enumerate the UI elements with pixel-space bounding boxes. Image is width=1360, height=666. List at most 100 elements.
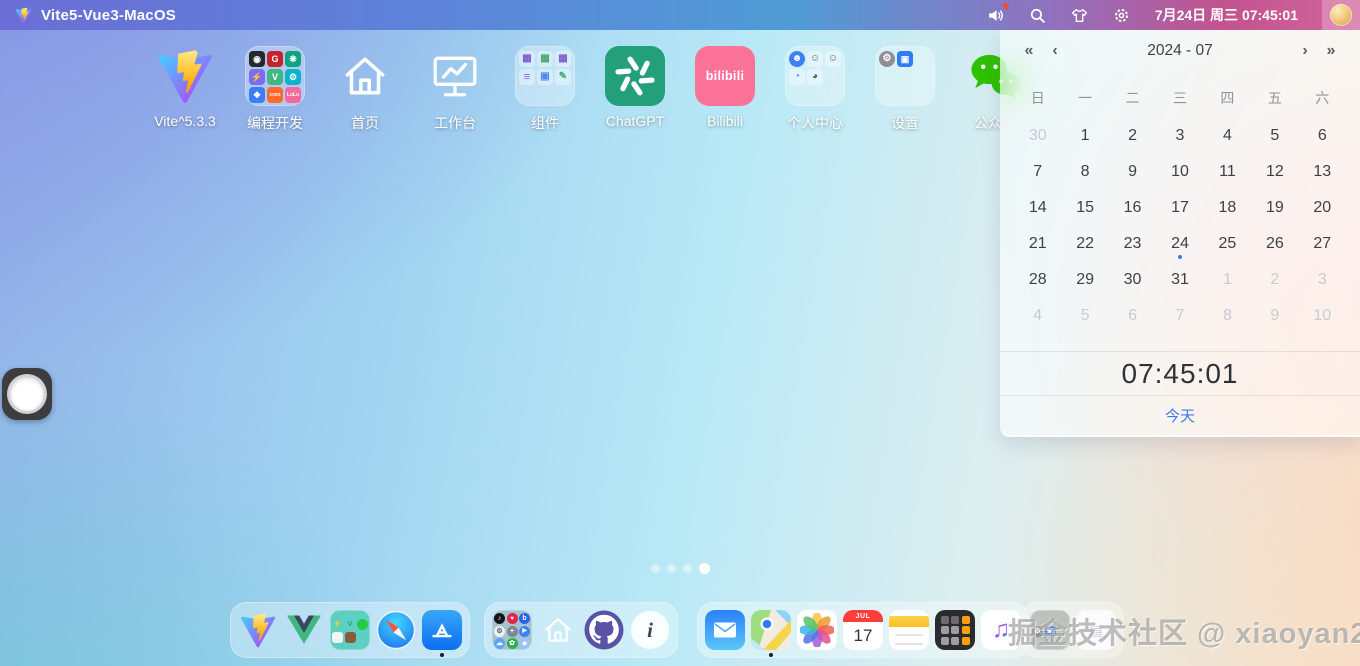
dock-mail[interactable] [705, 610, 745, 650]
calendar-day[interactable]: 6 [1299, 118, 1346, 154]
user-avatar-wrap[interactable] [1322, 0, 1360, 30]
calendar-day[interactable]: 27 [1299, 226, 1346, 262]
mail-icon [705, 610, 745, 650]
prev-month-button[interactable]: ‹ [1042, 38, 1068, 64]
weekday-label: 一 [1061, 88, 1108, 108]
dock-appstore[interactable] [422, 610, 462, 650]
dock-notes[interactable] [889, 610, 929, 650]
volume-icon[interactable] [987, 6, 1005, 24]
pager-dot[interactable] [667, 564, 676, 573]
weekday-label: 六 [1299, 88, 1346, 108]
app-label: 首页 [351, 113, 379, 133]
calendar-day[interactable]: 2 [1109, 118, 1156, 154]
pager-dot[interactable] [699, 563, 710, 574]
calendar-day[interactable]: 8 [1204, 298, 1251, 334]
calendar-weekdays: 日一二三四五六 [1000, 72, 1360, 110]
mini-app-icon: ◉ [249, 51, 265, 67]
today-button[interactable]: 今天 [1000, 395, 1360, 435]
calendar-day[interactable]: 4 [1204, 118, 1251, 154]
calendar-day[interactable]: 10 [1156, 154, 1203, 190]
menu-bar-datetime[interactable]: 7月24日 周三 07:45:01 [1155, 5, 1298, 25]
calendar-day[interactable]: 5 [1251, 118, 1298, 154]
calendar-day[interactable]: 1 [1204, 262, 1251, 298]
next-year-button[interactable]: » [1318, 38, 1344, 64]
calendar-day[interactable]: 23 [1109, 226, 1156, 262]
calendar-day[interactable]: 19 [1251, 190, 1298, 226]
desktop-app-settings[interactable]: ⚙▣设置 [860, 46, 950, 133]
assistive-touch-button[interactable] [2, 368, 52, 420]
calendar-day[interactable]: 18 [1204, 190, 1251, 226]
next-month-button[interactable]: › [1292, 38, 1318, 64]
calendar-day[interactable]: 4 [1014, 298, 1061, 334]
calendar-day[interactable]: 9 [1251, 298, 1298, 334]
mini-app-icon: ❋ [285, 51, 301, 67]
calendar-day[interactable]: 3 [1156, 118, 1203, 154]
theme-icon[interactable] [1071, 6, 1089, 24]
mini-app-icon: ☺ [825, 51, 841, 67]
calendar-day[interactable]: 8 [1061, 154, 1108, 190]
desktop-app-homepage[interactable]: 首页 [320, 46, 410, 133]
calendar-day[interactable]: 7 [1156, 298, 1203, 334]
dock-info[interactable]: i [630, 610, 670, 650]
calendar-day[interactable]: 26 [1251, 226, 1298, 262]
calendar-day[interactable]: 25 [1204, 226, 1251, 262]
dock-photos[interactable] [797, 610, 837, 650]
dock-safari[interactable] [376, 610, 416, 650]
calendar-day[interactable]: 30 [1109, 262, 1156, 298]
calendar-day[interactable]: 22 [1061, 226, 1108, 262]
calendar-day[interactable]: 5 [1061, 298, 1108, 334]
calendar-day[interactable]: 10 [1299, 298, 1346, 334]
pager-dot[interactable] [651, 564, 660, 573]
folder-icon: ⚡V [330, 610, 370, 650]
calendar-day[interactable]: 9 [1109, 154, 1156, 190]
desktop-app-bilibili[interactable]: bilibiliBilibili [680, 46, 770, 133]
calendar-day[interactable]: 30 [1014, 118, 1061, 154]
calendar-header: « ‹ 2024 - 07 › » [1000, 30, 1360, 72]
dock-vue[interactable] [284, 610, 324, 650]
dock-calendar[interactable]: JUL17 [843, 610, 883, 650]
user-avatar[interactable] [1330, 4, 1352, 26]
calendar-day[interactable]: 21 [1014, 226, 1061, 262]
calendar-day[interactable]: 11 [1204, 154, 1251, 190]
desktop-app-workbench[interactable]: 工作台 [410, 46, 500, 133]
mini-app-icon: ≡ [519, 69, 535, 85]
pager-dot[interactable] [683, 564, 692, 573]
mini-app-icon: ☁ [494, 638, 505, 649]
calendar-day[interactable]: 28 [1014, 262, 1061, 298]
dock-maps[interactable] [751, 610, 791, 650]
notification-dot [1003, 3, 1009, 9]
calendar-day[interactable]: 7 [1014, 154, 1061, 190]
dock-dev-folder[interactable]: ⚡V [330, 610, 370, 650]
calendar-day[interactable]: 2 [1251, 262, 1298, 298]
calendar-day[interactable]: 29 [1061, 262, 1108, 298]
calendar-day-today[interactable]: 24 [1156, 226, 1203, 262]
calendar-day[interactable]: 16 [1109, 190, 1156, 226]
mini-app-icon: ◆ [519, 638, 530, 649]
calculator-icon [935, 610, 975, 650]
prev-year-button[interactable]: « [1016, 38, 1042, 64]
calendar-day[interactable]: 12 [1251, 154, 1298, 190]
calendar-day[interactable]: 13 [1299, 154, 1346, 190]
mini-app-icon: ☻ [789, 51, 805, 67]
calendar-day[interactable]: 20 [1299, 190, 1346, 226]
desktop-app-components[interactable]: ▦▦▦≡▣✎组件 [500, 46, 590, 133]
desktop-app-dev-folder[interactable]: ◉G❋⚡V⚙❖cronLuLu编程开发 [230, 46, 320, 133]
calendar-day[interactable]: 14 [1014, 190, 1061, 226]
dock-home[interactable] [538, 610, 578, 650]
calendar-day[interactable]: 31 [1156, 262, 1203, 298]
calendar-day[interactable]: 15 [1061, 190, 1108, 226]
desktop-app-chatgpt[interactable]: ChatGPT [590, 46, 680, 133]
dock-vite[interactable] [238, 610, 278, 650]
desktop-app-vite[interactable]: Vite^5.3.3 [140, 46, 230, 133]
settings-icon[interactable] [1113, 6, 1131, 24]
calendar-day[interactable]: 1 [1061, 118, 1108, 154]
calendar-day[interactable]: 3 [1299, 262, 1346, 298]
dock-web-folder[interactable]: ♪♥b⚙+▶☁✿◆ [492, 610, 532, 650]
desktop-app-user-center[interactable]: ☻☺☺◔◕个人中心 [770, 46, 860, 133]
calendar-day[interactable]: 17 [1156, 190, 1203, 226]
search-icon[interactable] [1029, 6, 1047, 24]
dock-github[interactable] [584, 610, 624, 650]
calendar-day[interactable]: 6 [1109, 298, 1156, 334]
dock-calculator[interactable] [935, 610, 975, 650]
weekday-label: 三 [1156, 88, 1203, 108]
